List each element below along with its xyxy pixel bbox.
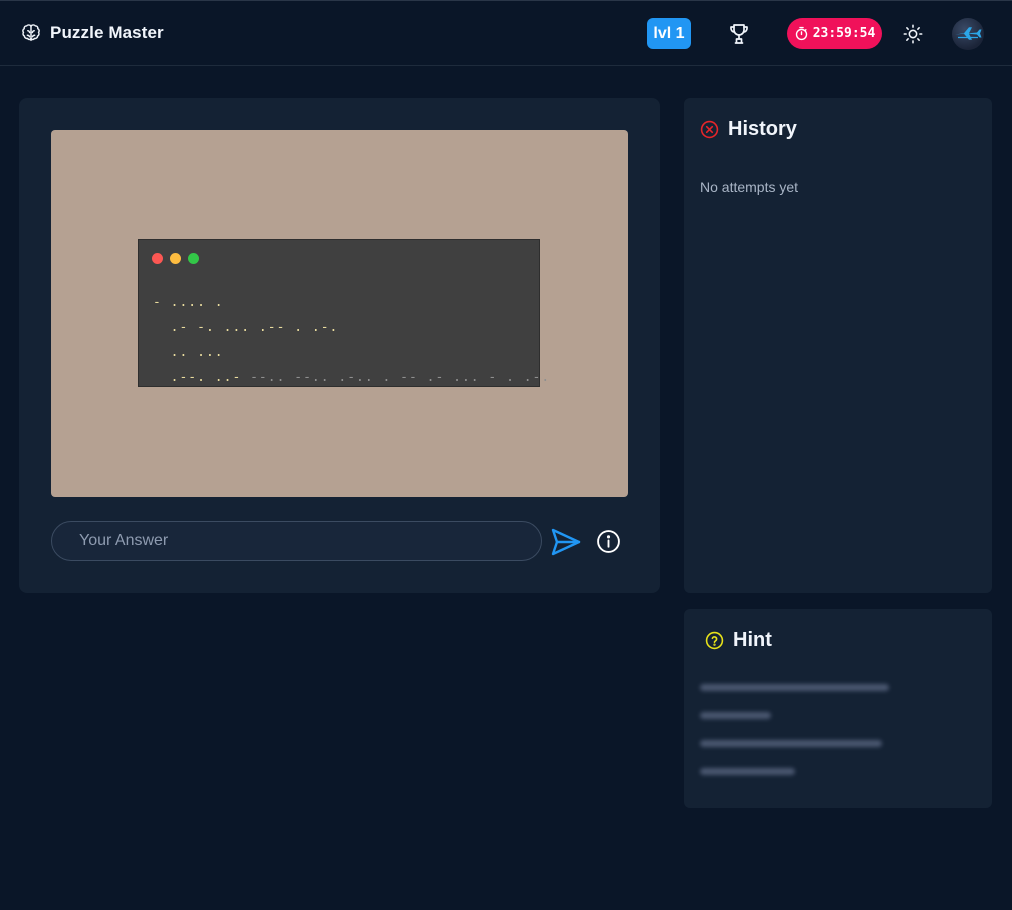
window-maximize-dot	[188, 253, 199, 264]
info-button[interactable]	[596, 529, 621, 554]
code-line: - .... .	[153, 295, 224, 310]
code-line-faded: --.. --.. .-.. . -- .- ... - . .-.	[241, 370, 551, 385]
submit-button[interactable]	[550, 526, 582, 558]
window-controls	[152, 253, 199, 264]
hint-blurred-line	[700, 740, 882, 747]
hint-title: Hint	[733, 629, 772, 651]
sun-icon[interactable]	[902, 23, 924, 45]
puzzle-image: - .... . .- -. ... .-- . .-. .. ... .--.…	[51, 130, 628, 497]
history-heading: History	[700, 118, 797, 141]
hint-blurred-line	[700, 684, 889, 691]
morse-code: - .... . .- -. ... .-- . .-. .. ... .--.…	[153, 290, 550, 390]
hint-heading: Hint	[705, 629, 772, 652]
puzzle-card: - .... . .- -. ... .-- . .-. .. ... .--.…	[19, 98, 660, 593]
question-circle-icon	[705, 631, 724, 650]
brand-name: Puzzle Master	[50, 23, 164, 42]
hint-blurred-line	[700, 712, 771, 719]
info-icon	[597, 530, 620, 553]
window-minimize-dot	[170, 253, 181, 264]
history-title: History	[728, 118, 797, 140]
code-line: .--. ..- --.. --.. .-.. . -- .- ... - . …	[153, 365, 550, 390]
code-line-text: .--. ..-	[153, 370, 242, 385]
history-panel: History No attempts yet	[684, 98, 992, 593]
trophy-icon[interactable]	[727, 22, 751, 46]
stopwatch-icon	[795, 26, 807, 41]
brain-icon	[22, 24, 40, 42]
level-badge: lvl 1	[647, 18, 691, 49]
avatar[interactable]	[952, 18, 984, 50]
send-icon	[551, 528, 581, 556]
x-circle-icon	[700, 120, 719, 139]
code-line: .- -. ... .-- . .-.	[153, 320, 339, 335]
countdown-timer: 23:59:54	[787, 18, 882, 49]
history-empty-text: No attempts yet	[700, 179, 799, 195]
answer-form	[51, 521, 628, 561]
code-line: .. ...	[153, 345, 224, 360]
hint-blurred-line	[700, 768, 795, 775]
answer-input[interactable]	[51, 521, 542, 561]
hint-panel: Hint	[684, 609, 992, 808]
airplane-avatar-icon	[955, 27, 982, 40]
terminal-window: - .... . .- -. ... .-- . .-. .. ... .--.…	[138, 239, 549, 387]
timer-value: 23:59:54	[812, 26, 876, 41]
top-navbar: Puzzle Master lvl 1 23:59:54	[0, 0, 1012, 66]
brand[interactable]: Puzzle Master	[20, 22, 164, 44]
window-close-dot	[152, 253, 163, 264]
